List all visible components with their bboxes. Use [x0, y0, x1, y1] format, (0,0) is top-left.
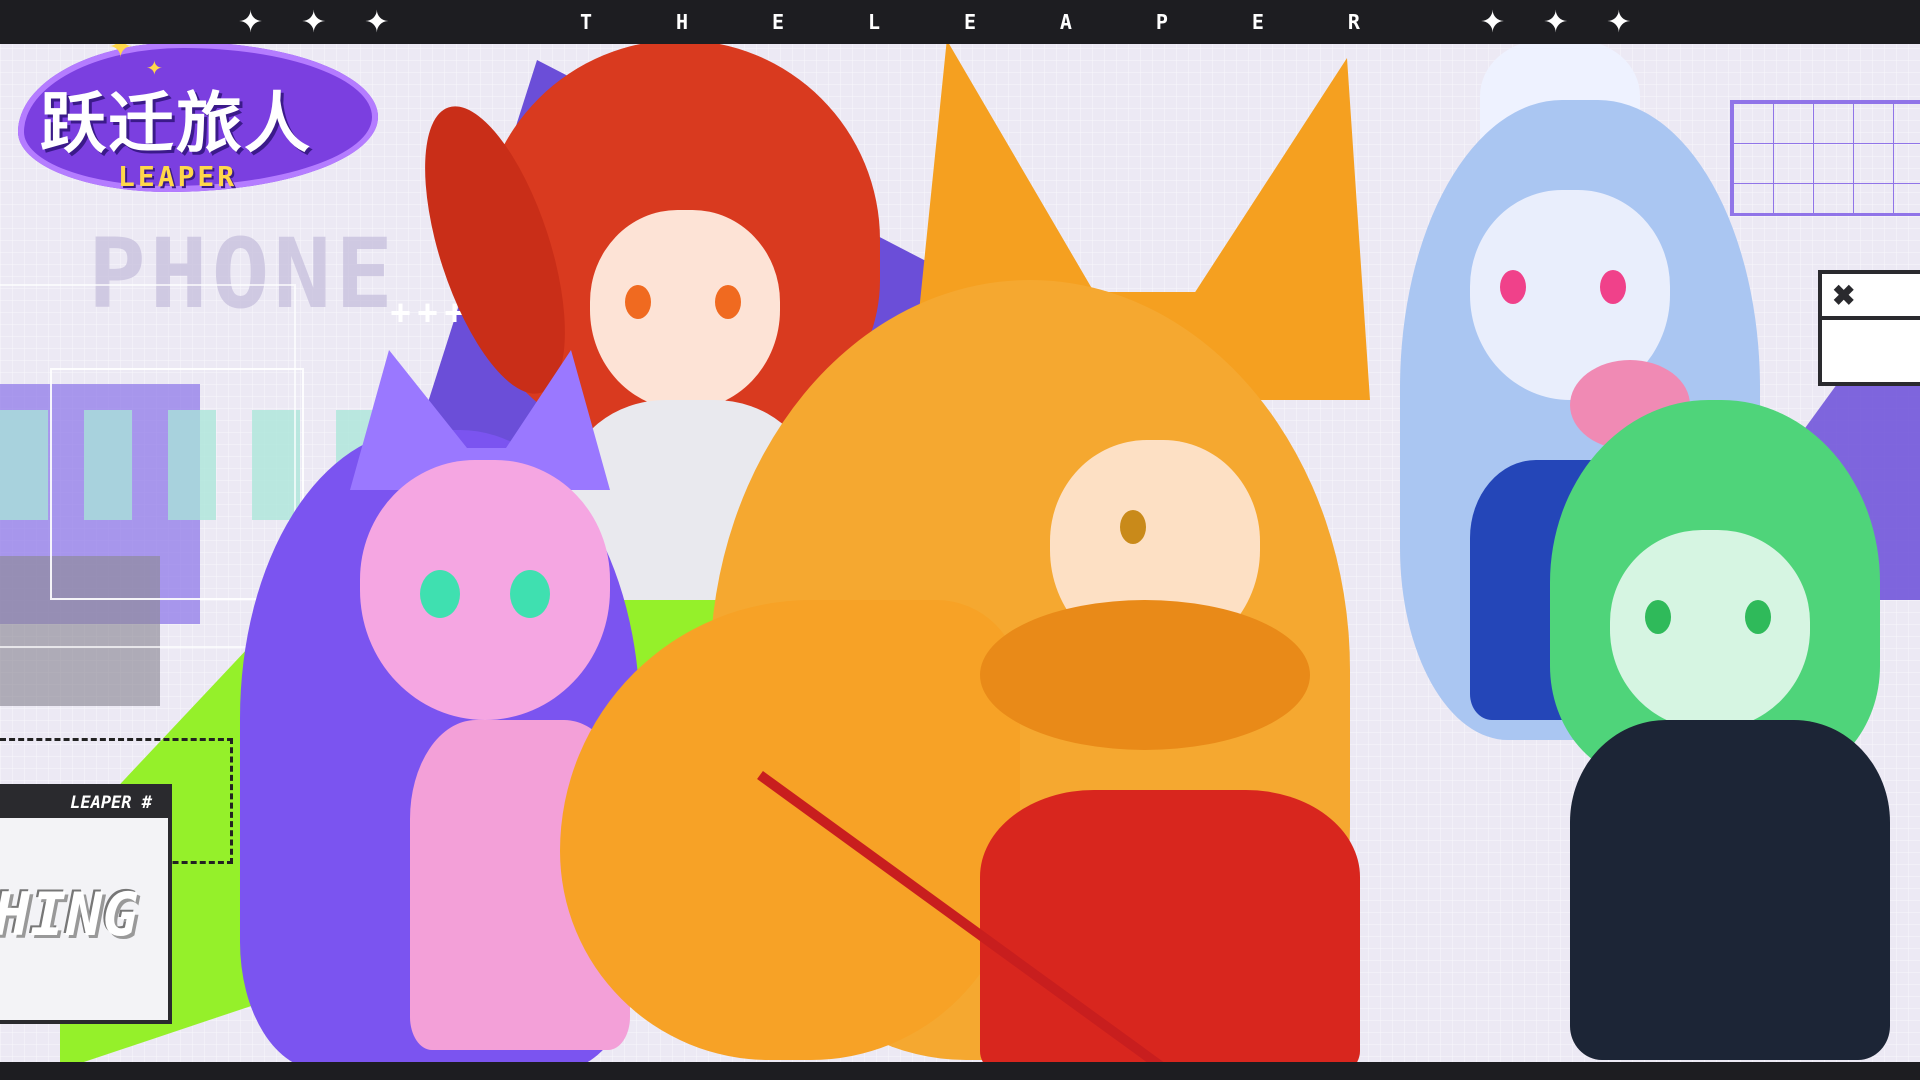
- sparkle-star-icon: ✦: [1606, 5, 1632, 39]
- title-letter: E: [771, 10, 785, 34]
- title-letter: T: [580, 10, 593, 34]
- game-logo: ✦ ✦ 跃迁旅人 LEAPER: [18, 22, 378, 202]
- sparkle-star-icon: ✦: [238, 5, 264, 39]
- sparkle-star-icon: ✦: [364, 5, 390, 39]
- character-eye: [1500, 270, 1526, 304]
- bottom-bar: [0, 1062, 1920, 1080]
- hud-window-widget: ✖: [1818, 270, 1920, 386]
- character-eye: [510, 570, 550, 618]
- stars-left: ✦ ✦ ✦: [238, 0, 389, 44]
- title-letter: R: [1347, 10, 1360, 34]
- title-letter: L: [867, 10, 880, 34]
- top-title: T H E L E A P E R: [580, 0, 1360, 44]
- title-letter: E: [1251, 10, 1264, 34]
- title-letter: H: [675, 10, 689, 34]
- character-eye: [420, 570, 460, 618]
- character-eye: [1600, 270, 1626, 304]
- title-letter: E: [963, 10, 976, 34]
- character-eye: [1645, 600, 1671, 634]
- logo-title: 跃迁旅人: [40, 85, 312, 162]
- character-fox-tail: [560, 600, 1020, 1060]
- character-fur-collar: [980, 600, 1310, 750]
- title-letter: P: [1155, 10, 1168, 34]
- leaper-card-text: HING: [0, 880, 139, 950]
- leaper-card-tag: LEAPER #: [0, 788, 168, 818]
- character-green-hair: [1530, 360, 1920, 1060]
- character-face: [1610, 530, 1810, 730]
- leaper-card: LEAPER # HING: [0, 784, 172, 1024]
- game-key-art: ✦ ✦ 跃迁旅人 LEAPER PHONE ++++ LEAPER # HING…: [0, 0, 1920, 1080]
- close-icon: ✖: [1822, 274, 1920, 320]
- sparkle-star-icon: ✦: [301, 5, 327, 39]
- character-outfit: [980, 790, 1360, 1080]
- top-title-bar: ✦ ✦ ✦ T H E L E A P E R ✦ ✦ ✦: [0, 0, 1920, 44]
- character-eye: [1120, 510, 1146, 544]
- character-eye: [1745, 600, 1771, 634]
- character-outfit: [1570, 720, 1890, 1060]
- title-letter: A: [1059, 10, 1072, 34]
- character-orange-fox: [560, 40, 1480, 1080]
- logo-subtitle: LEAPER: [118, 160, 238, 193]
- stars-right: ✦ ✦ ✦: [1480, 0, 1631, 44]
- sparkle-star-icon: ✦: [1543, 5, 1569, 39]
- sparkle-star-icon: ✦: [1480, 5, 1506, 39]
